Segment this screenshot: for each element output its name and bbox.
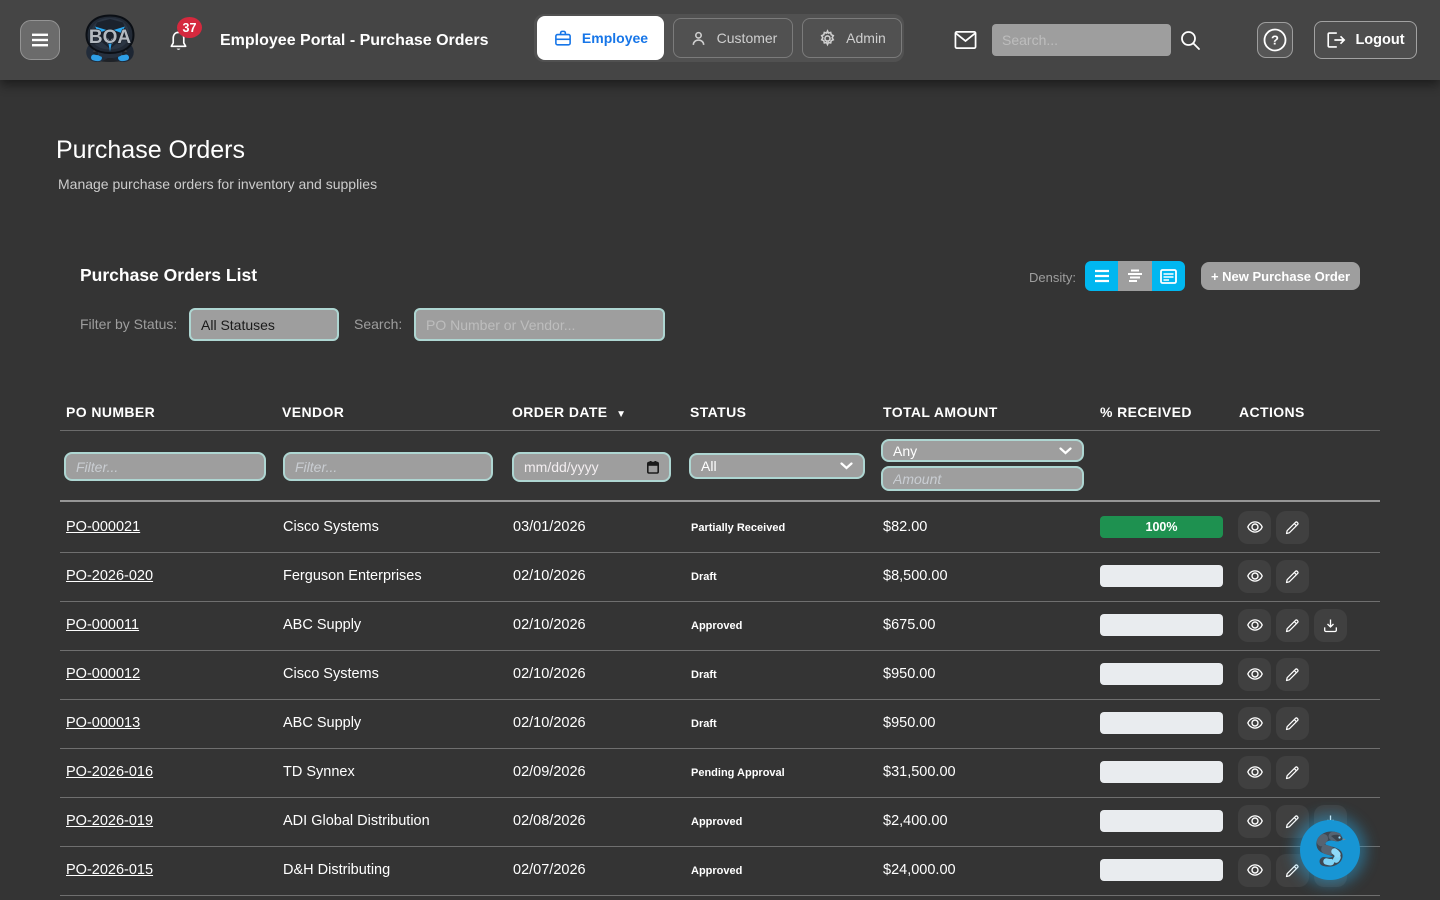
svg-text:BOA: BOA: [89, 27, 132, 48]
svg-text:?: ?: [1271, 33, 1279, 48]
